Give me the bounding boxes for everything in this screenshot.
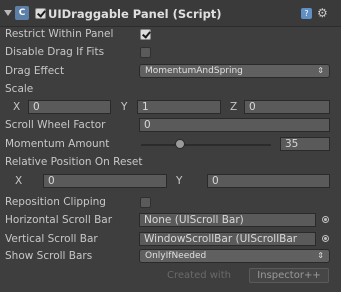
momentum-amount-field[interactable]: 35: [280, 137, 330, 151]
scale-y-label: Y: [121, 101, 128, 113]
scale-y-field[interactable]: 1: [137, 100, 221, 114]
disable-drag-if-fits-checkbox[interactable]: [140, 47, 151, 58]
relative-position-x-label: X: [15, 175, 23, 187]
restrict-within-panel-row: Restrict Within Panel: [0, 26, 341, 44]
vertical-scroll-bar-field[interactable]: WindowScrollBar (UIScrollBar: [139, 232, 316, 246]
component-header: C UIDraggable Panel (Script) ? ⚙: [0, 0, 341, 27]
relative-position-row: Relative Position On Reset: [0, 154, 341, 172]
scroll-wheel-factor-label: Scroll Wheel Factor: [5, 119, 106, 131]
momentum-amount-slider-track[interactable]: [141, 144, 271, 146]
scale-x-label: X: [13, 101, 21, 113]
drag-effect-label: Drag Effect: [5, 65, 65, 77]
disable-drag-if-fits-label: Disable Drag If Fits: [5, 46, 105, 58]
relative-position-xy-row: X 0 Y 0: [0, 173, 341, 191]
momentum-amount-slider-knob[interactable]: [174, 139, 185, 149]
component-title: UIDraggable Panel (Script): [48, 7, 222, 21]
created-with-label: Created with: [167, 270, 231, 281]
scale-z-field[interactable]: 0: [244, 100, 330, 114]
relative-position-y-label: Y: [176, 175, 183, 187]
drag-effect-value: MomentumAndSpring: [145, 66, 243, 76]
dropdown-arrows-icon: ⇕: [317, 251, 324, 260]
reposition-clipping-label: Reposition Clipping: [5, 196, 106, 208]
object-picker-icon[interactable]: [322, 216, 329, 223]
momentum-amount-label: Momentum Amount: [5, 138, 110, 150]
horizontal-scroll-bar-label: Horizontal Scroll Bar: [5, 214, 113, 226]
dropdown-arrows-icon: ⇕: [317, 66, 324, 75]
horizontal-scroll-bar-field[interactable]: None (UIScroll Bar): [139, 213, 316, 227]
scale-label: Scale: [5, 83, 34, 95]
restrict-within-panel-checkbox[interactable]: [140, 29, 151, 40]
relative-position-x-field[interactable]: 0: [43, 174, 167, 188]
momentum-amount-row: Momentum Amount 35: [0, 136, 341, 154]
scroll-wheel-factor-field[interactable]: 0: [139, 118, 330, 132]
reposition-clipping-row: Reposition Clipping: [0, 194, 341, 212]
drag-effect-dropdown[interactable]: MomentumAndSpring ⇕: [139, 64, 330, 78]
scale-row: Scale: [0, 81, 341, 99]
component-enabled-checkbox[interactable]: [35, 8, 46, 19]
scale-xyz-row: X 0 Y 1 Z 0: [0, 99, 341, 117]
scale-z-label: Z: [230, 101, 238, 113]
vertical-scroll-bar-row: Vertical Scroll Bar WindowScrollBar (UIS…: [0, 231, 341, 249]
script-component-icon: C: [15, 6, 29, 20]
object-picker-icon[interactable]: [322, 235, 329, 242]
reposition-clipping-checkbox[interactable]: [140, 197, 151, 208]
horizontal-scroll-bar-row: Horizontal Scroll Bar None (UIScroll Bar…: [0, 212, 341, 230]
scroll-wheel-factor-row: Scroll Wheel Factor 0: [0, 117, 341, 135]
vertical-scroll-bar-label: Vertical Scroll Bar: [5, 233, 98, 245]
inspector-plus-plus-button[interactable]: Inspector++: [249, 268, 329, 283]
show-scroll-bars-dropdown[interactable]: OnlyIfNeeded ⇕: [139, 249, 330, 263]
drag-effect-row: Drag Effect MomentumAndSpring ⇕: [0, 63, 341, 81]
show-scroll-bars-row: Show Scroll Bars OnlyIfNeeded ⇕: [0, 248, 341, 266]
show-scroll-bars-value: OnlyIfNeeded: [145, 251, 207, 261]
help-book-icon[interactable]: ?: [301, 8, 312, 19]
relative-position-label: Relative Position On Reset: [5, 156, 143, 168]
disable-drag-if-fits-row: Disable Drag If Fits: [0, 44, 341, 62]
restrict-within-panel-label: Restrict Within Panel: [5, 28, 114, 40]
scale-x-field[interactable]: 0: [28, 100, 111, 114]
gear-icon[interactable]: ⚙: [317, 6, 328, 20]
relative-position-y-field[interactable]: 0: [207, 174, 330, 188]
show-scroll-bars-label: Show Scroll Bars: [5, 250, 93, 262]
foldout-arrow-icon[interactable]: [4, 10, 12, 16]
